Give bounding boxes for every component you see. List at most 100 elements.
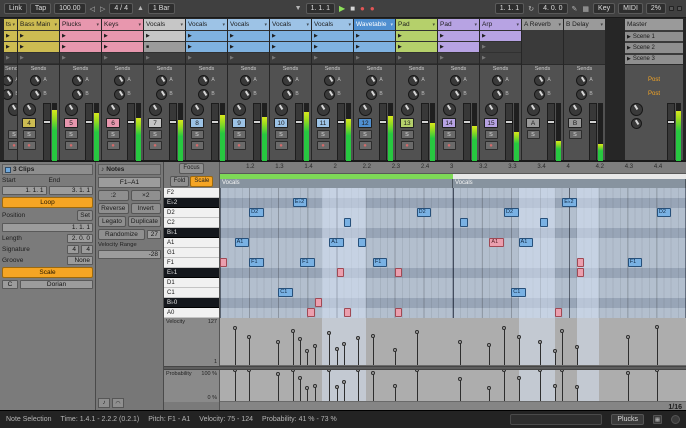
draw-mode-icon[interactable]: ✎ — [571, 5, 579, 13]
send-b-knob[interactable] — [366, 88, 378, 100]
scene-play-icon[interactable]: ▶ — [627, 45, 631, 51]
velocity-lane-header[interactable]: Velocity 127 1 — [164, 318, 220, 366]
chevron-down-icon[interactable]: ▾ — [558, 22, 561, 28]
notification-status-icon[interactable] — [671, 415, 680, 424]
send-a-knob[interactable] — [534, 74, 546, 86]
fader-handle[interactable] — [85, 119, 93, 124]
clip-slot[interactable]: ▶ — [270, 53, 311, 63]
marker-stem[interactable] — [487, 386, 492, 401]
marker-dot[interactable] — [334, 346, 339, 351]
clip-play-icon[interactable]: ▶ — [314, 44, 318, 50]
clip-region-title[interactable]: Vocals — [453, 179, 686, 188]
solo-button[interactable]: S — [232, 130, 246, 139]
randomize-value[interactable]: 27 — [147, 230, 161, 239]
send-a-knob[interactable] — [198, 74, 210, 86]
marker-dot[interactable] — [458, 377, 463, 382]
marker-dot[interactable] — [516, 334, 521, 339]
volume-fader[interactable] — [337, 103, 345, 161]
clip-slot[interactable]: ▶ — [60, 31, 101, 41]
probability-lane[interactable] — [220, 370, 686, 402]
clip-slot[interactable]: ▶ — [270, 31, 311, 41]
send-b-knob[interactable] — [576, 88, 588, 100]
chevron-down-icon[interactable]: ▾ — [96, 22, 99, 28]
send-a-knob[interactable] — [492, 74, 504, 86]
send-b-knob[interactable] — [240, 88, 252, 100]
stop-button[interactable]: ■ — [349, 4, 356, 13]
volume-fader[interactable] — [127, 103, 135, 161]
send-b-knob[interactable] — [450, 88, 462, 100]
marker-stem[interactable] — [356, 370, 361, 401]
clip-play-icon[interactable]: ▶ — [188, 33, 192, 39]
midi-note[interactable]: A1 — [518, 238, 534, 247]
piano-key[interactable]: B♭0 — [164, 298, 219, 308]
marker-dot[interactable] — [305, 348, 310, 353]
send-b-knob[interactable] — [30, 88, 42, 100]
send-a-knob[interactable] — [450, 74, 462, 86]
marker-stem[interactable] — [312, 344, 317, 365]
marker-dot[interactable] — [392, 383, 397, 388]
marker-dot[interactable] — [276, 339, 281, 344]
arm-button[interactable]: ● — [190, 141, 204, 150]
pan-knob[interactable] — [358, 103, 372, 116]
marker-stem[interactable] — [516, 334, 521, 365]
send-b-knob[interactable] — [534, 88, 546, 100]
link-button[interactable]: Link — [4, 2, 27, 15]
track-activator[interactable]: 7 — [148, 118, 162, 128]
clip-play-icon[interactable]: ▶ — [6, 44, 10, 50]
marker-dot[interactable] — [276, 371, 281, 376]
arm-button[interactable]: ● — [484, 141, 498, 150]
fader-handle[interactable] — [505, 119, 513, 124]
marker-dot[interactable] — [458, 339, 463, 344]
marker-dot[interactable] — [501, 326, 506, 331]
clip-slot[interactable]: ▶ — [102, 53, 143, 63]
randomize-button[interactable]: Randomize — [98, 229, 145, 240]
chevron-down-icon[interactable]: ▾ — [348, 22, 351, 28]
piano-key[interactable]: C1 — [164, 288, 219, 298]
solo-button[interactable]: S — [148, 130, 162, 139]
send-a-knob[interactable] — [324, 74, 336, 86]
master-volume-fader[interactable] — [667, 103, 675, 161]
marker-stem[interactable] — [290, 370, 295, 401]
marker-stem[interactable] — [341, 380, 346, 401]
marker-stem[interactable] — [290, 329, 295, 365]
midi-note[interactable] — [460, 218, 468, 227]
clip-play-icon[interactable]: ▶ — [356, 44, 360, 50]
piano-key[interactable]: E♭1 — [164, 268, 219, 278]
track-header[interactable]: Keys ▾ — [102, 19, 143, 30]
send-a-knob[interactable] — [72, 74, 84, 86]
fold-button[interactable]: Fold — [169, 175, 190, 187]
midi-note[interactable] — [314, 298, 322, 307]
piano-key[interactable]: A0 — [164, 308, 219, 318]
track-activator[interactable]: 11 — [316, 118, 330, 128]
clip-slot[interactable]: ■ — [144, 42, 185, 52]
solo-button[interactable]: S — [274, 130, 288, 139]
marker-dot[interactable] — [370, 333, 375, 338]
signature-numerator[interactable]: 4 — [67, 245, 79, 254]
volume-fader[interactable] — [169, 103, 177, 161]
volume-fader[interactable] — [85, 103, 93, 161]
send-a-knob[interactable] — [240, 74, 252, 86]
midi-note[interactable] — [554, 308, 563, 317]
return-b-post-toggle[interactable]: Post — [626, 87, 682, 101]
arm-button[interactable]: ● — [358, 141, 372, 150]
marker-dot[interactable] — [341, 341, 346, 346]
send-a-knob[interactable] — [282, 74, 294, 86]
marker-dot[interactable] — [312, 344, 317, 349]
midi-note[interactable]: F1 — [300, 258, 315, 267]
marker-dot[interactable] — [232, 370, 237, 372]
marker-stem[interactable] — [538, 370, 543, 401]
arm-button[interactable]: ● — [106, 141, 120, 150]
marker-dot[interactable] — [305, 386, 310, 391]
scale-name-select[interactable]: Dorian — [20, 280, 93, 289]
clip-play-icon[interactable]: ▶ — [20, 33, 24, 39]
marker-dot[interactable] — [654, 325, 659, 330]
marker-dot[interactable] — [334, 385, 339, 390]
fader-handle[interactable] — [463, 119, 471, 124]
marker-dot[interactable] — [247, 334, 252, 339]
marker-dot[interactable] — [625, 334, 630, 339]
arm-button[interactable]: ● — [7, 141, 17, 150]
note-editor-tab[interactable]: ♪ — [98, 398, 110, 408]
chevron-down-icon[interactable]: ▾ — [516, 22, 519, 28]
send-a-knob[interactable] — [408, 74, 420, 86]
scene-row[interactable]: ▶ Scene 1 — [625, 32, 683, 42]
